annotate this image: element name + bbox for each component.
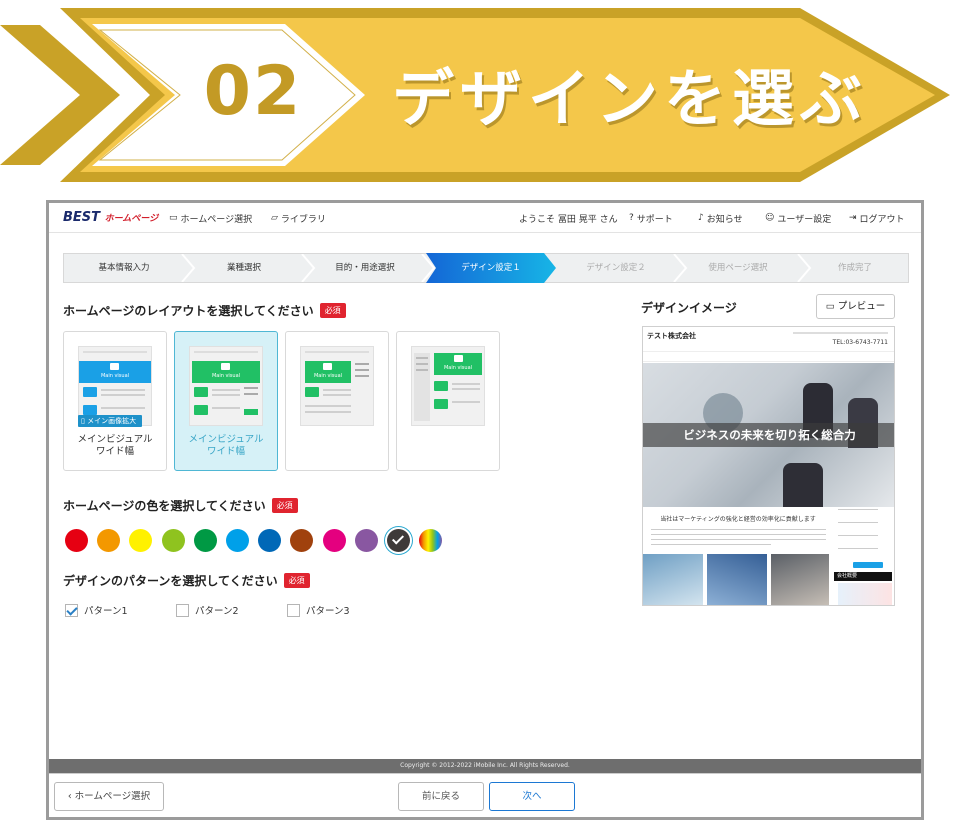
color-swatch[interactable] — [193, 529, 217, 552]
bell-icon: ♪ — [698, 213, 704, 223]
expand-image-badge[interactable]: ▯ メイン画像拡大 — [78, 415, 142, 427]
greeting: ようこそ 冨田 晃平 さん — [519, 215, 618, 225]
nav-support[interactable]: ? サポート — [629, 212, 673, 226]
preview-company: テスト株式会社 — [647, 332, 696, 340]
color-swatch[interactable] — [65, 529, 88, 552]
preview-hero-text: ビジネスの未来を切り拓く総合力 — [683, 428, 856, 442]
top-navbar: BEST ホームページ ▭ ホームページ選択 ▱ ライブラリ ようこそ 冨田 晃… — [49, 203, 921, 233]
back-to-homepage-select-button[interactable]: ‹ ホームページ選択 — [54, 782, 164, 811]
color-swatch[interactable] — [161, 529, 185, 552]
color-swatch[interactable] — [226, 529, 249, 552]
color-swatch[interactable] — [322, 529, 346, 552]
pattern-option-2[interactable]: パターン2 — [176, 603, 239, 617]
layout-card-4[interactable]: Main visual — [396, 331, 500, 471]
layout-thumbnail: Main visual — [78, 346, 152, 426]
nav-logout[interactable]: ⇥ ログアウト — [849, 212, 905, 226]
preview-side-label: 会社概要 — [834, 572, 892, 581]
preview-button[interactable]: ▭ プレビュー — [816, 294, 895, 319]
layout-thumbnail: Main visual — [189, 346, 263, 426]
required-badge: 必須 — [283, 573, 310, 588]
color-swatch[interactable] — [354, 529, 378, 552]
nav-homepage-select[interactable]: ▭ ホームページ選択 — [169, 212, 252, 226]
logout-icon: ⇥ — [849, 213, 857, 223]
layout-card-1[interactable]: Main visual ▯ メイン画像拡大 メインビジュアル ワイド幅 — [63, 331, 167, 471]
logo[interactable]: BEST ホームページ — [63, 210, 158, 225]
required-badge: 必須 — [271, 498, 298, 513]
layout-thumbnail: Main visual — [300, 346, 374, 426]
layout-card-3[interactable]: Main visual — [285, 331, 389, 471]
pattern-option-1[interactable]: パターン1 — [65, 603, 128, 617]
next-button[interactable]: 次へ — [489, 782, 575, 811]
step-number: 02 — [203, 52, 303, 131]
preview-hero: ビジネスの未来を切り拓く総合力 — [643, 363, 894, 507]
color-swatch[interactable] — [290, 529, 314, 552]
step-separators — [181, 254, 812, 282]
progress-steps: 基本情報入力 業種選択 目的・用途選択 デザイン設定１ デザイン設定２ 使用ペー… — [63, 253, 909, 283]
chevron-left-icon: ‹ — [67, 791, 72, 802]
preview-subhead: 当社はマーケティングの強化と経営の効率化に貢献します — [660, 516, 816, 523]
required-badge: 必須 — [319, 303, 346, 318]
nav-news[interactable]: ♪ お知らせ — [698, 212, 743, 226]
color-swatch[interactable] — [97, 529, 121, 552]
app-window: BEST ホームページ ▭ ホームページ選択 ▱ ライブラリ ようこそ 冨田 晃… — [46, 200, 924, 820]
color-swatch[interactable] — [387, 529, 410, 552]
question-icon: ? — [629, 213, 634, 223]
layout-thumbnail: Main visual — [411, 346, 485, 426]
layout-card-2[interactable]: Main visual メインビジュアル ワイド幅 — [174, 331, 278, 471]
checkbox[interactable] — [287, 603, 300, 617]
color-swatch[interactable] — [258, 529, 282, 552]
color-section-title: ホームページの色を選択してください 必須 — [63, 497, 298, 514]
bottom-action-bar: ‹ ホームページ選択 前に戻る 次へ — [49, 773, 921, 817]
nav-library[interactable]: ▱ ライブラリ — [271, 212, 326, 226]
pattern-section-title: デザインのパターンを選択してください 必須 — [63, 572, 310, 589]
color-swatch[interactable] — [419, 529, 443, 552]
preview-phone: TEL:03-6743-7711 — [832, 339, 888, 346]
layout-card-label: メインビジュアル ワイド幅 — [77, 434, 153, 457]
preview-title: デザインイメージ — [641, 301, 737, 315]
step-title: デザインを選ぶ — [392, 62, 869, 135]
layout-section-title: ホームページのレイアウトを選択してください 必須 — [63, 302, 346, 319]
design-preview-image: テスト株式会社 TEL:03-6743-7711 ビジネスの未来を切り拓く総合力… — [642, 326, 895, 606]
check-icon — [391, 532, 405, 545]
color-swatch[interactable] — [129, 529, 153, 552]
user-icon: ☺ — [765, 213, 775, 223]
pattern-option-3[interactable]: パターン3 — [287, 603, 350, 617]
prev-button[interactable]: 前に戻る — [398, 782, 484, 811]
checkbox[interactable] — [65, 603, 78, 617]
nav-user-settings[interactable]: ☺ ユーザー設定 — [765, 212, 831, 226]
window-icon: ▭ — [169, 213, 178, 223]
checkbox[interactable] — [176, 603, 189, 617]
layout-card-label: メインビジュアル ワイド幅 — [188, 434, 264, 457]
folder-icon: ▱ — [271, 213, 278, 223]
step-banner: 02 デザインを選ぶ — [0, 0, 970, 190]
footer-copyright: Copyright © 2012-2022 iMobile Inc. All R… — [49, 759, 921, 773]
device-icon: ▭ — [825, 301, 835, 312]
